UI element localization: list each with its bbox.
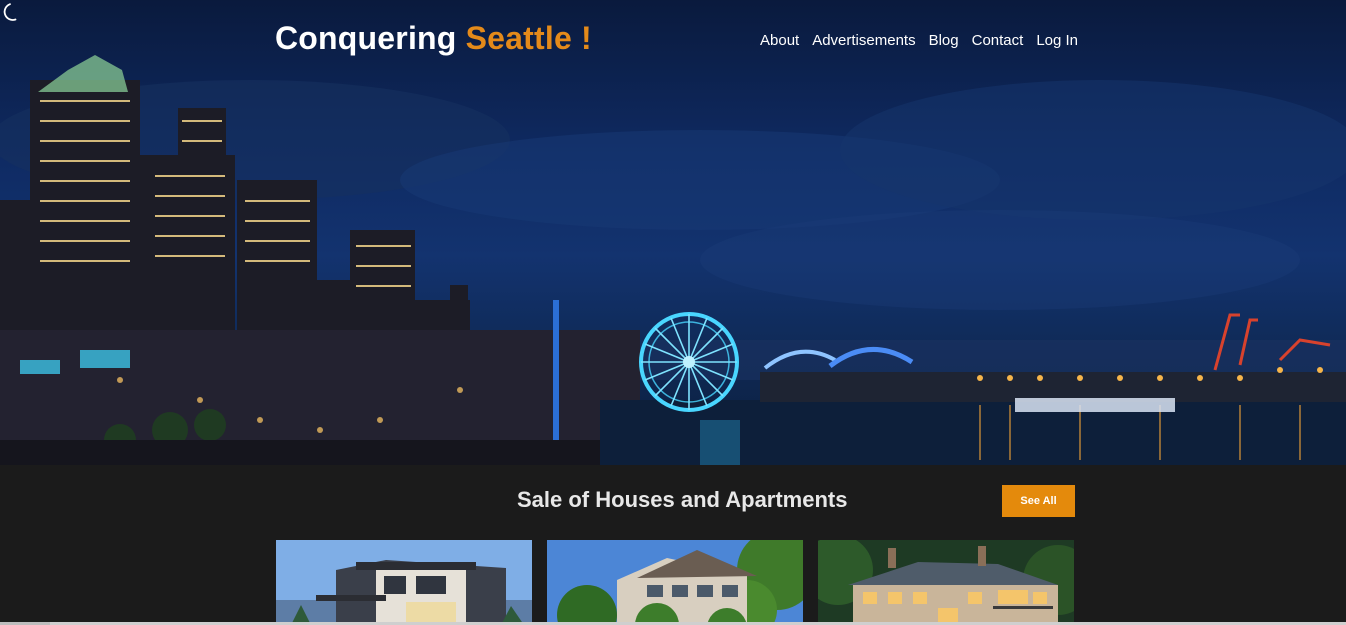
brand-text: Conquering [275,20,466,56]
main-nav: About Advertisements Blog Contact Log In [760,32,1078,49]
luxury-house-photo [818,540,1074,625]
brand-accent-text: Seattle ! [465,20,592,56]
hero-banner: Conquering Seattle ! About Advertisement… [0,0,1346,465]
listing-card-2[interactable] [547,540,803,625]
nav-advertisements[interactable]: Advertisements [812,32,915,49]
listing-card-1[interactable] [276,540,532,625]
see-all-button[interactable]: See All [1002,485,1075,517]
craftsman-house-photo [547,540,803,625]
nav-blog[interactable]: Blog [929,32,959,49]
site-logo[interactable]: Conquering Seattle ! [275,20,592,57]
section-title: Sale of Houses and Apartments [517,487,848,512]
nav-login[interactable]: Log In [1036,32,1078,49]
listing-card-3[interactable] [818,540,1074,625]
moon-icon[interactable] [0,0,24,24]
nav-about[interactable]: About [760,32,799,49]
nav-contact[interactable]: Contact [972,32,1024,49]
seattle-skyline-image [0,55,1346,465]
modern-house-photo [276,540,532,625]
